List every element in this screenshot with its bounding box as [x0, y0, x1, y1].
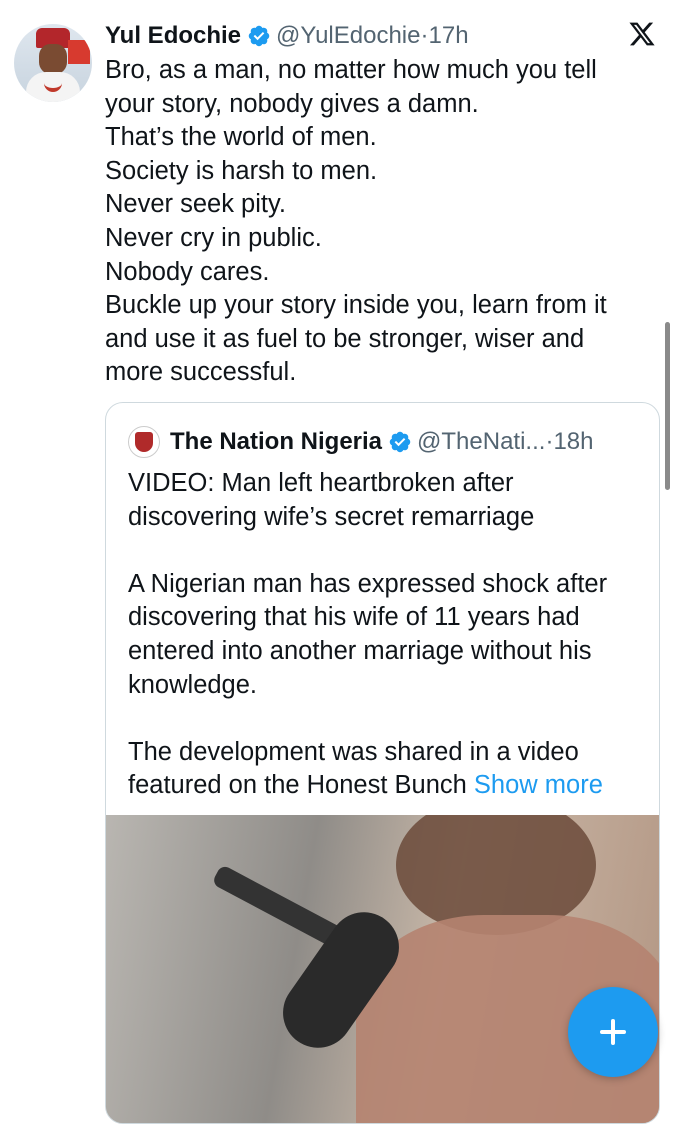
quote-author-handle[interactable]: @TheNati...	[417, 428, 545, 456]
tweet-line: your story, nobody gives a damn.	[105, 89, 479, 118]
quote-line: VIDEO: Man left heartbroken after	[128, 469, 514, 497]
tweet-line: That’s the world of men.	[105, 123, 377, 152]
quote-line: A Nigerian man has expressed shock after	[128, 569, 608, 598]
tweet-line: and use it as fuel to be stronger, wiser…	[105, 324, 585, 353]
compose-button[interactable]	[568, 987, 658, 1077]
verified-badge-icon	[248, 25, 270, 47]
tweet-line: Buckle up your story inside you, learn f…	[105, 291, 607, 320]
separator-dot: ·	[545, 428, 554, 455]
nation-logo-icon	[135, 432, 153, 452]
tweet-header: Yul Edochie @YulEdochie · 17h	[105, 19, 469, 53]
quote-text: VIDEO: Man left heartbroken after discov…	[128, 467, 638, 803]
quote-line: entered into another marriage without hi…	[128, 636, 592, 665]
tweet-text: Bro, as a man, no matter how much you te…	[105, 54, 625, 390]
show-more-link[interactable]: Show more	[474, 771, 603, 799]
tweet-time[interactable]: 17h	[429, 22, 469, 50]
avatar-badge	[68, 40, 90, 64]
tweet-line: Nobody cares.	[105, 257, 270, 286]
quote-header: The Nation Nigeria @TheNati... · 18h	[128, 425, 593, 459]
scrollbar[interactable]	[665, 322, 670, 490]
quote-line: discovering that his wife of 11 years ha…	[128, 603, 580, 632]
tweet-line: Bro, as a man, no matter how much you te…	[105, 56, 597, 84]
avatar-beads	[44, 74, 62, 92]
quote-line: The development was shared in a video	[128, 737, 579, 766]
quote-video-thumbnail[interactable]	[106, 815, 659, 1123]
quote-avatar	[128, 426, 160, 458]
quote-last-line-text: featured on the Honest Bunch	[128, 771, 467, 800]
quote-line: knowledge.	[128, 670, 258, 699]
author-name[interactable]: Yul Edochie	[105, 22, 241, 50]
quote-line: discovering wife’s secret remarriage	[128, 502, 535, 531]
tweet-line: Never seek pity.	[105, 190, 286, 219]
quote-author-name[interactable]: The Nation Nigeria	[170, 428, 382, 456]
author-avatar[interactable]	[14, 24, 92, 102]
tweet-line: more successful.	[105, 358, 297, 387]
author-handle[interactable]: @YulEdochie	[276, 22, 420, 50]
avatar-face	[39, 44, 67, 74]
x-logo-icon[interactable]	[628, 20, 656, 48]
tweet-line: Society is harsh to men.	[105, 156, 378, 185]
plus-icon	[600, 1019, 626, 1045]
verified-badge-icon	[389, 431, 411, 453]
quote-time[interactable]: 18h	[553, 428, 593, 456]
quote-line-last: featured on the Honest Bunch Show more	[128, 769, 638, 803]
quote-line	[128, 702, 638, 736]
tweet-line: Never cry in public.	[105, 223, 322, 252]
quote-line	[128, 534, 638, 568]
separator-dot: ·	[420, 22, 429, 49]
